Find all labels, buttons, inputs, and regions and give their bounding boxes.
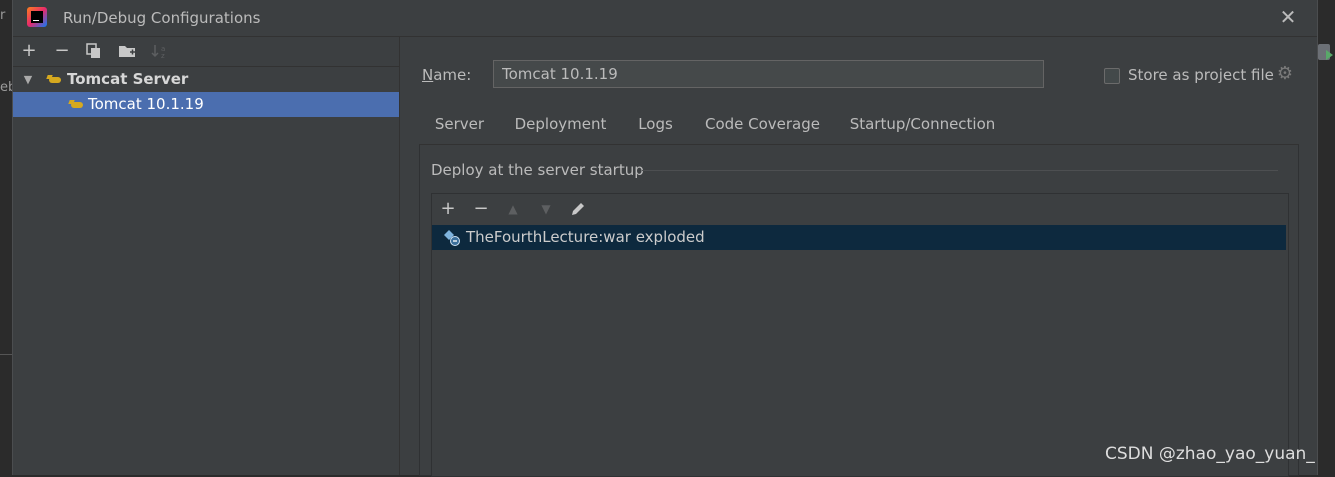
copy-icon[interactable] — [83, 40, 105, 62]
dialog-title: Run/Debug Configurations — [63, 9, 261, 27]
artifacts-toolbar: + − ▲ ▼ — [432, 194, 1286, 225]
store-as-project-file-label[interactable]: Store as project file — [1128, 66, 1274, 84]
section-separator — [642, 170, 1278, 171]
name-label-text: ame: — [433, 66, 472, 84]
gear-icon[interactable]: ⚙ — [1276, 64, 1294, 84]
list-item[interactable]: TheFourthLecture:war exploded — [432, 225, 1286, 250]
tab-logs[interactable]: Logs — [624, 106, 687, 144]
csdn-watermark: CSDN @zhao_yao_yuan_ — [1105, 444, 1315, 464]
add-configuration-button[interactable]: + — [18, 40, 40, 62]
tab-server[interactable]: Server — [421, 106, 498, 144]
move-down-icon[interactable]: ▼ — [535, 198, 557, 220]
remove-artifact-button[interactable]: − — [470, 198, 492, 220]
deploy-section-title: Deploy at the server startup — [431, 161, 644, 179]
tree-toolbar: + − az — [13, 37, 400, 67]
tab-code-coverage[interactable]: Code Coverage — [690, 106, 835, 144]
close-icon[interactable]: ✕ — [1277, 5, 1299, 29]
ide-edge-text: r — [0, 8, 6, 23]
intellij-logo-icon — [27, 7, 47, 27]
ide-background-right — [1316, 0, 1335, 475]
tomcat-icon — [69, 100, 85, 110]
store-as-project-file-checkbox[interactable] — [1104, 68, 1120, 84]
chevron-down-icon[interactable]: ▼ — [21, 67, 35, 92]
debug-run-icon[interactable] — [1318, 44, 1333, 60]
svg-text:z: z — [161, 52, 165, 59]
remove-configuration-button[interactable]: − — [51, 40, 73, 62]
configurations-tree-panel: + − az ▼ Tomcat Server Tomcat 10.1.19 — [13, 37, 400, 475]
tomcat-icon — [47, 75, 63, 85]
add-artifact-button[interactable]: + — [437, 198, 459, 220]
name-label-mnemonic: N — [422, 66, 434, 84]
artifact-icon — [443, 229, 461, 247]
tree-category-tomcat-server[interactable]: ▼ Tomcat Server — [13, 67, 400, 92]
name-label: Name: — [422, 66, 471, 84]
dialog-titlebar: Run/Debug Configurations ✕ — [13, 0, 1317, 37]
panel-splitter[interactable] — [399, 37, 400, 475]
artifacts-list: TheFourthLecture:war exploded — [432, 225, 1286, 475]
tab-deployment[interactable]: Deployment — [499, 106, 622, 147]
tree-category-label: Tomcat Server — [67, 70, 189, 88]
tree-item-tomcat-10-1-19[interactable]: Tomcat 10.1.19 — [13, 92, 400, 117]
move-up-icon[interactable]: ▲ — [502, 198, 524, 220]
artifact-label: TheFourthLecture:war exploded — [466, 228, 705, 246]
sort-icon[interactable]: az — [149, 40, 171, 62]
ide-background-left — [0, 0, 12, 475]
pencil-icon[interactable] — [567, 198, 589, 220]
ide-divider — [0, 354, 12, 355]
name-input[interactable] — [493, 60, 1044, 88]
tab-startup-connection[interactable]: Startup/Connection — [838, 106, 1007, 144]
tree-item-label: Tomcat 10.1.19 — [88, 95, 204, 113]
new-folder-icon[interactable] — [116, 40, 138, 62]
